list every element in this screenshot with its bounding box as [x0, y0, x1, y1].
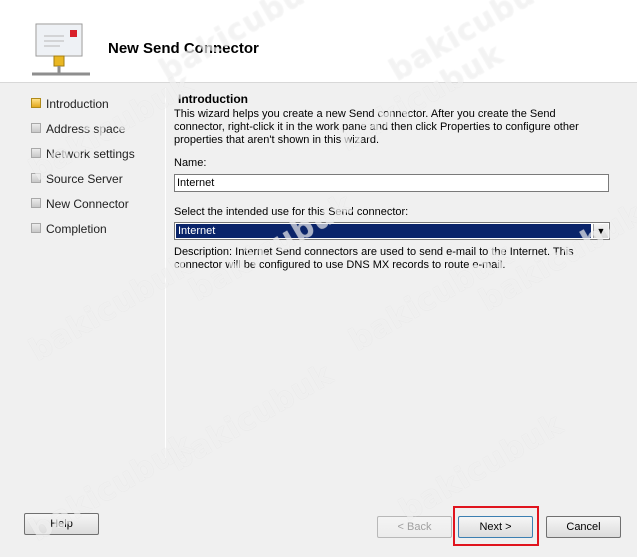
- cancel-button[interactable]: Cancel: [546, 516, 621, 538]
- wizard-title: New Send Connector: [108, 40, 259, 57]
- step-label: New Connector: [46, 197, 129, 211]
- intended-use-select[interactable]: Internet ▼: [174, 222, 610, 240]
- step-indicator-icon: [31, 98, 41, 108]
- step-indicator-icon: [31, 148, 41, 158]
- step-indicator-icon: [31, 223, 41, 233]
- step-address-space[interactable]: Address space: [28, 117, 160, 142]
- step-completion[interactable]: Completion: [28, 217, 160, 242]
- step-source-server[interactable]: Source Server: [28, 167, 160, 192]
- step-indicator-icon: [31, 123, 41, 133]
- intended-use-value: Internet: [176, 224, 591, 238]
- step-label: Network settings: [46, 147, 135, 161]
- chevron-down-icon[interactable]: ▼: [593, 224, 608, 238]
- help-button[interactable]: Help: [24, 513, 99, 535]
- step-label: Completion: [46, 222, 107, 236]
- step-label: Introduction: [46, 97, 109, 111]
- watermark: bakicubuk: [23, 246, 200, 369]
- intended-use-description: Description: Internet Send connectors ar…: [174, 246, 574, 271]
- header-divider: [0, 82, 637, 83]
- step-label: Source Server: [46, 172, 123, 186]
- step-indicator-icon: [31, 173, 41, 183]
- watermark: bakicubuk: [163, 356, 340, 479]
- step-network-settings[interactable]: Network settings: [28, 142, 160, 167]
- wizard-content: Introduction This wizard helps you creat…: [173, 90, 613, 271]
- back-button[interactable]: < Back: [377, 516, 452, 538]
- name-label: Name:: [174, 157, 207, 169]
- steps-divider: [165, 88, 166, 458]
- step-introduction[interactable]: Introduction: [28, 92, 160, 117]
- step-new-connector[interactable]: New Connector: [28, 192, 160, 217]
- section-title: Introduction: [178, 92, 248, 106]
- wizard-header: New Send Connector: [0, 0, 637, 82]
- send-connector-icon: [32, 23, 90, 76]
- step-indicator-icon: [31, 198, 41, 208]
- wizard-steps: Introduction Address space Network setti…: [28, 92, 160, 242]
- next-button-highlight: [453, 506, 539, 546]
- intended-use-label: Select the intended use for this Send co…: [174, 206, 409, 218]
- step-label: Address space: [46, 122, 126, 136]
- name-input[interactable]: Internet: [174, 174, 609, 192]
- section-description: This wizard helps you create a new Send …: [174, 108, 579, 146]
